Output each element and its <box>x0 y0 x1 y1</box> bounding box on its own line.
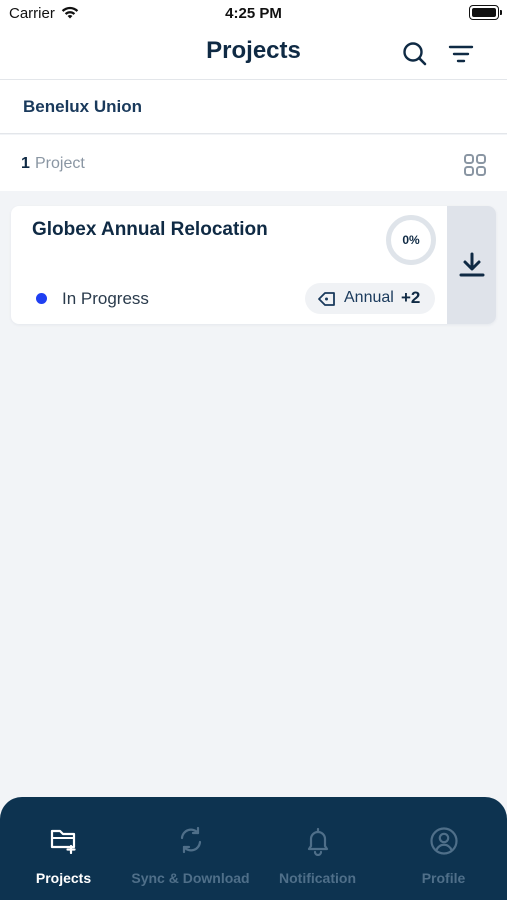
clock: 4:25 PM <box>225 5 282 22</box>
tab-label-notification: Notification <box>279 870 356 886</box>
tab-sync-download[interactable]: Sync & Download <box>127 797 254 900</box>
tab-label-sync: Sync & Download <box>131 870 250 886</box>
tag-pill[interactable]: Annual +2 <box>305 283 435 314</box>
project-count-number: 1 <box>21 155 30 172</box>
tab-label-profile: Profile <box>421 870 466 886</box>
organization-name: Benelux Union <box>23 97 143 116</box>
tag-label: Annual <box>344 289 394 306</box>
tab-profile[interactable]: Profile <box>380 797 507 900</box>
tab-projects[interactable]: Projects <box>0 797 127 900</box>
tab-notification[interactable]: Notification <box>254 797 381 900</box>
tag-icon <box>318 292 335 306</box>
nav-header: Projects <box>0 28 507 80</box>
status-bar: Carrier 4:25 PM <box>0 0 507 28</box>
progress-percent: 0% <box>402 233 420 247</box>
organization-selector[interactable]: Benelux Union <box>0 80 507 134</box>
project-count-row: 1 Project <box>0 135 507 191</box>
search-icon <box>403 42 427 66</box>
search-button[interactable] <box>400 39 430 69</box>
download-button[interactable] <box>447 206 496 324</box>
page-title: Projects <box>206 37 301 64</box>
folder-add-icon <box>50 829 76 854</box>
battery-icon <box>469 5 502 20</box>
filter-icon <box>448 45 474 63</box>
project-card[interactable]: Globex Annual Relocation 0% In Progress … <box>11 206 496 324</box>
project-status: In Progress <box>62 289 149 308</box>
download-icon <box>459 252 484 277</box>
filter-button[interactable] <box>446 39 476 69</box>
project-title: Globex Annual Relocation <box>32 219 268 240</box>
bell-icon <box>307 827 328 856</box>
grid-view-icon <box>464 154 486 176</box>
more-tags-count: +2 <box>401 288 421 307</box>
status-dot <box>36 293 47 304</box>
tab-label-projects: Projects <box>35 870 92 886</box>
grid-view-button[interactable] <box>462 152 488 178</box>
sync-icon <box>180 826 201 854</box>
project-count-label: Project <box>35 155 85 172</box>
tab-bar: Projects Sync & Download Notification Pr… <box>0 797 507 900</box>
user-circle-icon <box>429 827 458 855</box>
